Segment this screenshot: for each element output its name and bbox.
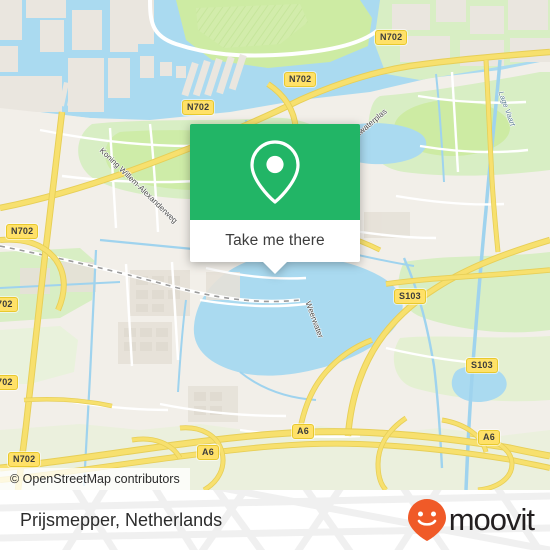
- moovit-map-screen: Koning Willem-Alexanderweg jhwaterplas L…: [0, 0, 550, 550]
- road-shield-s103[interactable]: S103: [394, 289, 426, 304]
- location-popup-card[interactable]: Take me there: [190, 124, 360, 274]
- road-shield-a6[interactable]: A6: [197, 445, 219, 460]
- road-shield-n702[interactable]: N702: [284, 72, 317, 87]
- map-pin-icon: [250, 140, 300, 204]
- popup-body[interactable]: Take me there: [190, 220, 360, 274]
- road-shield-n702[interactable]: N702: [8, 452, 41, 467]
- road-shield-702[interactable]: 702: [0, 297, 18, 312]
- road-shield-n702[interactable]: N702: [375, 30, 408, 45]
- road-shield-n702[interactable]: N702: [182, 100, 215, 115]
- road-shield-a6[interactable]: A6: [478, 430, 500, 445]
- moovit-smiley-pin-icon: [407, 499, 446, 541]
- osm-attribution[interactable]: © OpenStreetMap contributors: [0, 468, 190, 490]
- road-shield-s103[interactable]: S103: [466, 358, 498, 373]
- moovit-logo[interactable]: moovit: [407, 490, 535, 550]
- road-shield-a6[interactable]: A6: [292, 424, 314, 439]
- moovit-wordmark: moovit: [448, 502, 535, 537]
- location-title: Prijsmepper, Netherlands: [20, 509, 223, 530]
- footer-bar: Prijsmepper, Netherlands moovit: [0, 490, 550, 550]
- road-shield-n702[interactable]: N702: [6, 224, 39, 239]
- popup-header: [190, 124, 360, 220]
- popup-pointer-tail: [263, 262, 287, 274]
- take-me-there-label: Take me there: [225, 232, 325, 249]
- road-shield-702[interactable]: 702: [0, 375, 18, 390]
